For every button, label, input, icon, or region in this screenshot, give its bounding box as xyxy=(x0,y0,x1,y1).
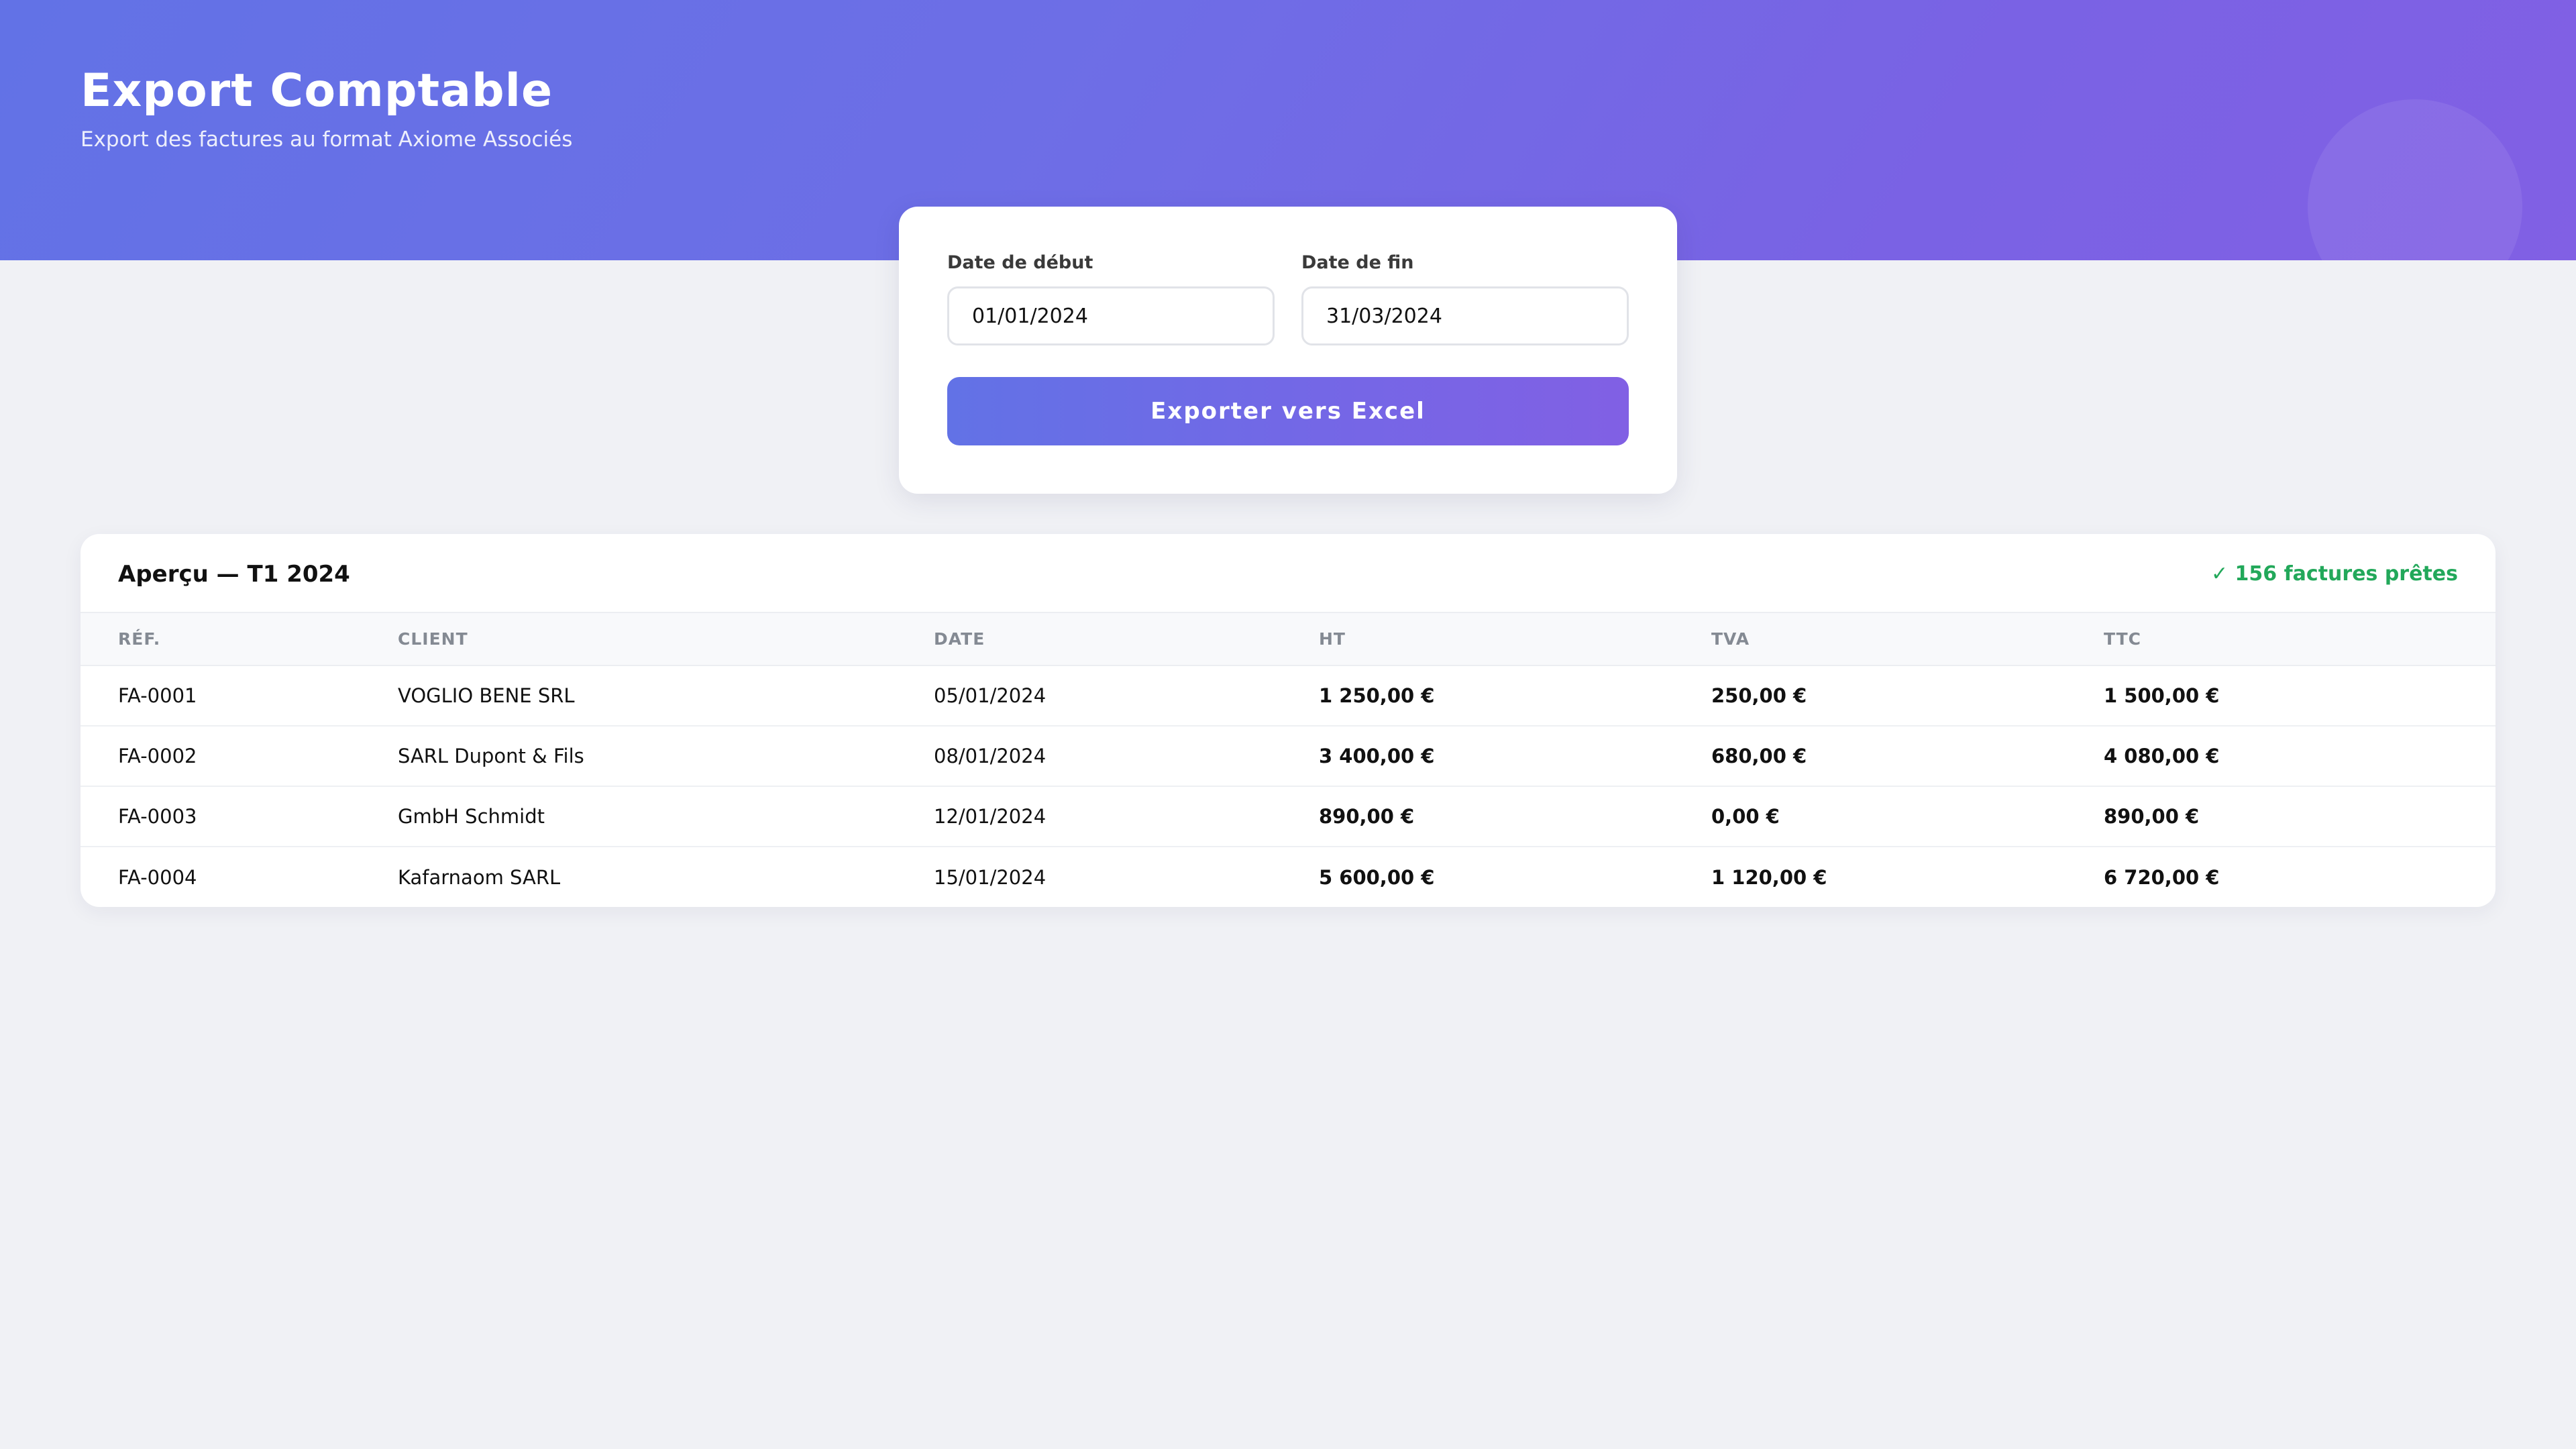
start-date-label: Date de début xyxy=(947,252,1093,273)
decorative-circle xyxy=(2308,99,2522,260)
table-row: FA-0002 SARL Dupont & Fils 08/01/2024 3 … xyxy=(80,725,2496,786)
start-date-input[interactable] xyxy=(947,286,1275,345)
cell-date: 15/01/2024 xyxy=(934,846,1319,907)
end-date-field: Date de fin xyxy=(1301,252,1629,345)
cell-ttc: 6 720,00 € xyxy=(2104,846,2496,907)
table-row: FA-0003 GmbH Schmidt 12/01/2024 890,00 €… xyxy=(80,786,2496,847)
cell-tva: 0,00 € xyxy=(1711,786,2104,847)
column-header-ht: HT xyxy=(1319,613,1711,666)
cell-tva: 1 120,00 € xyxy=(1711,846,2104,907)
table-row: FA-0001 VOGLIO BENE SRL 05/01/2024 1 250… xyxy=(80,665,2496,726)
export-form-card: Date de début Date de fin Exporter vers … xyxy=(899,207,1677,494)
cell-ttc: 4 080,00 € xyxy=(2104,725,2496,786)
page-title: Export Comptable xyxy=(80,64,553,117)
cell-client: SARL Dupont & Fils xyxy=(398,725,934,786)
column-header-ref: RÉF. xyxy=(80,613,398,666)
cell-ttc: 1 500,00 € xyxy=(2104,684,2220,707)
cell-ht: 890,00 € xyxy=(1319,786,1711,847)
cell-ref: FA-0002 xyxy=(80,725,398,786)
start-date-field: Date de début xyxy=(947,252,1275,345)
cell-ht: 3 400,00 € xyxy=(1319,725,1711,786)
column-header-client: CLIENT xyxy=(398,613,934,666)
table-row: FA-0004 Kafarnaom SARL 15/01/2024 5 600,… xyxy=(80,846,2496,907)
column-header-ttc: TTC xyxy=(2104,613,2496,666)
export-excel-button[interactable]: Exporter vers Excel xyxy=(947,377,1629,445)
cell-ht: 1 250,00 € xyxy=(1319,684,1435,707)
column-header-tva: TVA xyxy=(1711,613,2104,666)
cell-client: VOGLIO BENE SRL xyxy=(398,684,575,707)
cell-date: 08/01/2024 xyxy=(934,725,1319,786)
cell-ref: FA-0003 xyxy=(80,786,398,847)
page-subtitle: Export des factures au format Axiome Ass… xyxy=(80,127,573,152)
end-date-input[interactable] xyxy=(1301,286,1629,345)
cell-ht: 5 600,00 € xyxy=(1319,846,1711,907)
status-badge: ✓ 156 factures prêtes xyxy=(2210,562,2458,586)
cell-client: Kafarnaom SARL xyxy=(398,846,934,907)
preview-header: Aperçu — T1 2024 ✓ 156 factures prêtes xyxy=(80,534,2496,613)
cell-ref: FA-0001 xyxy=(118,684,197,707)
cell-tva: 680,00 € xyxy=(1711,725,2104,786)
table-header-row: RÉF. CLIENT DATE HT TVA TTC xyxy=(80,613,2496,666)
preview-title: Aperçu — T1 2024 xyxy=(118,561,350,588)
cell-date: 12/01/2024 xyxy=(934,786,1319,847)
cell-ref: FA-0004 xyxy=(80,846,398,907)
cell-tva: 250,00 € xyxy=(1711,684,1807,707)
end-date-label: Date de fin xyxy=(1301,252,1414,273)
cell-client: GmbH Schmidt xyxy=(398,786,934,847)
cell-date: 05/01/2024 xyxy=(934,684,1046,707)
cell-ttc: 890,00 € xyxy=(2104,786,2496,847)
preview-card: Aperçu — T1 2024 ✓ 156 factures prêtes R… xyxy=(80,534,2496,907)
invoice-table: RÉF. CLIENT DATE HT TVA TTC FA-0001 VOGL… xyxy=(80,613,2496,907)
column-header-date: DATE xyxy=(934,613,1319,666)
